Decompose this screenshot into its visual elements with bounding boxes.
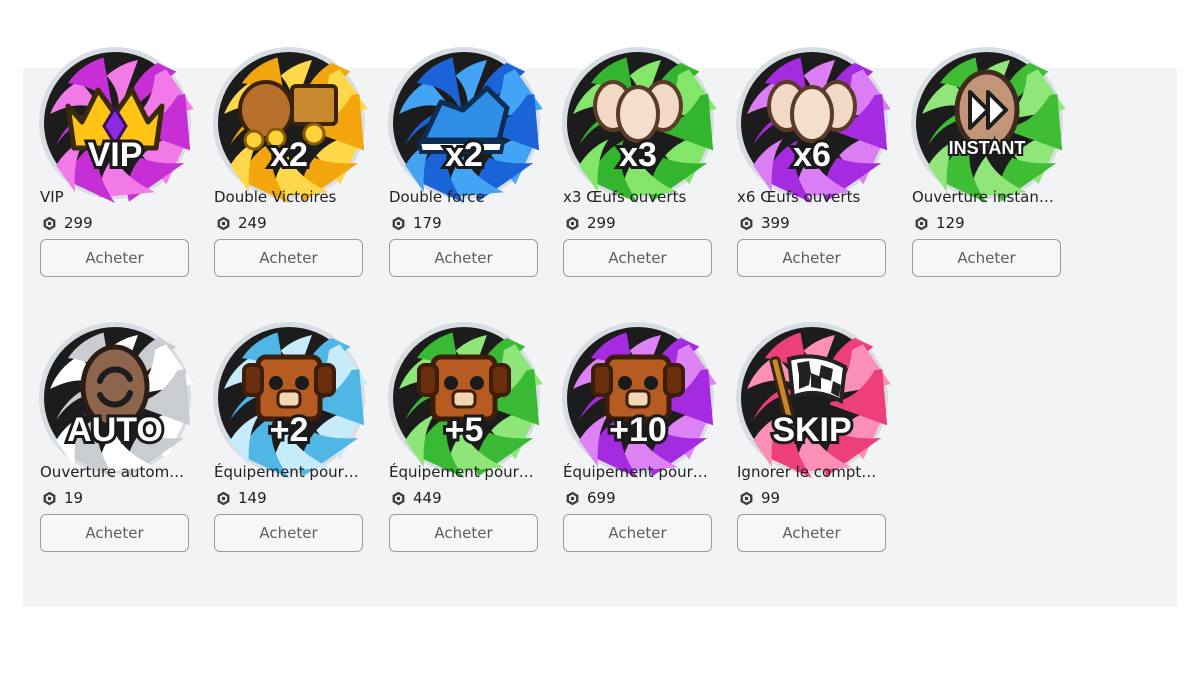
pass-price: 149	[216, 488, 267, 508]
pass-badge[interactable]: SKIP	[737, 323, 887, 473]
buy-button[interactable]: Acheter	[40, 514, 189, 552]
price-value: 179	[413, 214, 442, 232]
robux-icon	[915, 216, 928, 230]
svg-text:x6: x6	[793, 136, 831, 174]
pass-badge[interactable]: +5	[389, 323, 539, 473]
pass-badge[interactable]: x3	[563, 48, 713, 198]
buy-button[interactable]: Acheter	[912, 239, 1061, 277]
pass-name[interactable]: VIP	[40, 188, 192, 210]
svg-text:x2: x2	[445, 136, 483, 174]
price-value: 699	[587, 489, 616, 507]
pass-badge[interactable]: INSTANT	[912, 48, 1062, 198]
pass-name[interactable]: Équipement pour…	[389, 463, 541, 485]
price-value: 399	[761, 214, 790, 232]
pass-price: 449	[391, 488, 442, 508]
pass-name[interactable]: Ignorer le compt…	[737, 463, 889, 485]
pass-name[interactable]: Équipement pour…	[214, 463, 366, 485]
eggs-icon: x3	[563, 48, 713, 198]
pass-name[interactable]: Ouverture instan…	[912, 188, 1064, 210]
svg-text:+5: +5	[445, 411, 484, 449]
svg-text:INSTANT: INSTANT	[949, 138, 1026, 158]
pass-badge[interactable]: +2	[214, 323, 364, 473]
svg-text:x2: x2	[270, 136, 308, 174]
pass-price: 399	[739, 213, 790, 233]
price-value: 249	[238, 214, 267, 232]
price-value: 299	[64, 214, 93, 232]
pass-price: 299	[42, 213, 93, 233]
pass-price: 699	[565, 488, 616, 508]
fast-forward-egg-icon: INSTANT	[912, 48, 1062, 198]
svg-text:SKIP: SKIP	[772, 411, 851, 449]
sneaker-icon: x2	[389, 48, 539, 198]
game-pass-card[interactable]: x3 x3 Œufs ouverts 299 Acheter	[563, 48, 713, 288]
pass-name[interactable]: x6 Œufs ouverts	[737, 188, 889, 210]
robux-icon	[43, 216, 56, 230]
dog-pet-icon: +2	[214, 323, 364, 473]
game-pass-card[interactable]: +2 Équipement pour… 149 Acheter	[214, 323, 364, 563]
pass-price: 249	[216, 213, 267, 233]
buy-button[interactable]: Acheter	[214, 514, 363, 552]
buy-button[interactable]: Acheter	[389, 514, 538, 552]
price-value: 299	[587, 214, 616, 232]
buy-button[interactable]: Acheter	[563, 239, 712, 277]
svg-text:x3: x3	[619, 136, 657, 174]
auto-egg-icon: AUTO	[40, 323, 190, 473]
pass-name[interactable]: Équipement pour…	[563, 463, 715, 485]
svg-text:AUTO: AUTO	[67, 411, 163, 449]
pass-price: 19	[42, 488, 83, 508]
game-pass-card[interactable]: +10 Équipement pour… 699 Acheter	[563, 323, 713, 563]
pass-price: 299	[565, 213, 616, 233]
buy-button[interactable]: Acheter	[737, 514, 886, 552]
price-value: 149	[238, 489, 267, 507]
robux-icon	[392, 216, 405, 230]
checkered-flag-icon: SKIP	[737, 323, 887, 473]
pass-badge[interactable]: x6	[737, 48, 887, 198]
price-value: 449	[413, 489, 442, 507]
price-value: 19	[64, 489, 84, 507]
buy-button[interactable]: Acheter	[563, 514, 712, 552]
robux-icon	[217, 216, 230, 230]
pass-badge[interactable]: VIP	[40, 48, 190, 198]
pass-badge[interactable]: AUTO	[40, 323, 190, 473]
price-value: 129	[936, 214, 965, 232]
eggs-icon: x6	[737, 48, 887, 198]
pass-name[interactable]: Double Victoires	[214, 188, 366, 210]
game-pass-card[interactable]: INSTANT Ouverture instan… 129 Acheter	[912, 48, 1062, 288]
game-pass-card[interactable]: SKIP Ignorer le compt… 99 Acheter	[737, 323, 887, 563]
pass-badge[interactable]: x2	[214, 48, 364, 198]
buy-button[interactable]: Acheter	[214, 239, 363, 277]
price-value: 99	[761, 489, 781, 507]
robux-icon	[43, 491, 56, 505]
pass-badge[interactable]: +10	[563, 323, 713, 473]
robux-icon	[566, 216, 579, 230]
robux-icon	[392, 491, 405, 505]
game-pass-card[interactable]: x6 x6 Œufs ouverts 399 Acheter	[737, 48, 887, 288]
game-pass-card[interactable]: +5 Équipement pour… 449 Acheter	[389, 323, 539, 563]
game-pass-card[interactable]: x2 Double Victoires 249 Acheter	[214, 48, 364, 288]
game-pass-card[interactable]: VIP VIP 299 Acheter	[40, 48, 190, 288]
svg-text:+10: +10	[609, 411, 667, 449]
dog-pet-icon: +5	[389, 323, 539, 473]
pass-price: 179	[391, 213, 442, 233]
robux-icon	[217, 491, 230, 505]
svg-text:VIP: VIP	[88, 136, 143, 174]
gold-treasure-icon: x2	[214, 48, 364, 198]
pass-badge[interactable]: x2	[389, 48, 539, 198]
pass-price: 129	[914, 213, 965, 233]
buy-button[interactable]: Acheter	[40, 239, 189, 277]
crown-icon: VIP	[40, 48, 190, 198]
pass-name[interactable]: Double force	[389, 188, 541, 210]
pass-name[interactable]: Ouverture autom…	[40, 463, 192, 485]
pass-name[interactable]: x3 Œufs ouverts	[563, 188, 715, 210]
dog-pet-icon: +10	[563, 323, 713, 473]
robux-icon	[740, 491, 753, 505]
game-pass-card[interactable]: AUTO Ouverture autom… 19 Acheter	[40, 323, 190, 563]
robux-icon	[566, 491, 579, 505]
svg-text:+2: +2	[270, 411, 309, 449]
buy-button[interactable]: Acheter	[737, 239, 886, 277]
robux-icon	[740, 216, 753, 230]
game-pass-card[interactable]: x2 Double force 179 Acheter	[389, 48, 539, 288]
buy-button[interactable]: Acheter	[389, 239, 538, 277]
pass-price: 99	[739, 488, 780, 508]
